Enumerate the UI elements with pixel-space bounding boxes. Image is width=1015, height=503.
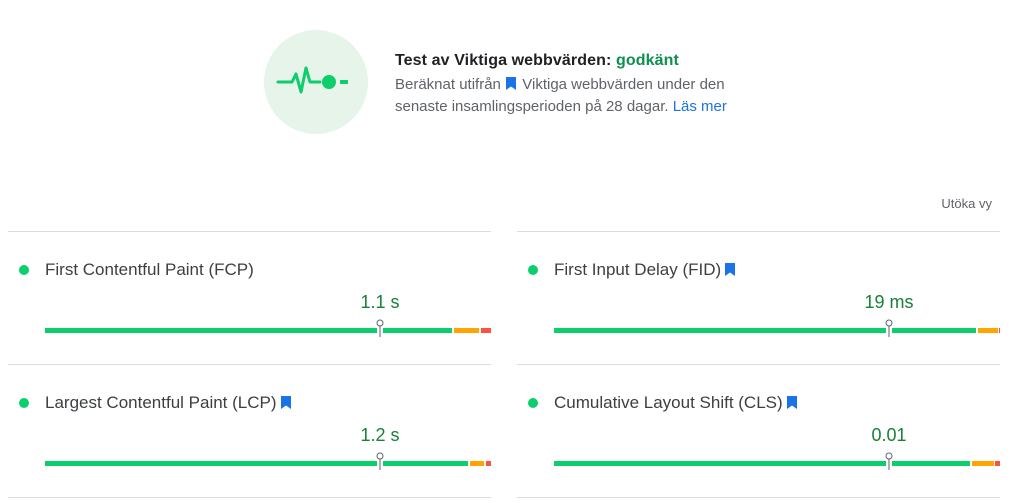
metrics-column-left: First Contentful Paint (FCP) 1.1 s Large…	[8, 0, 491, 503]
distribution-bar	[554, 452, 1000, 470]
needs-improvement-segment	[454, 328, 479, 333]
good-segment	[383, 328, 452, 333]
metric-name-label: Cumulative Layout Shift (CLS)	[554, 393, 783, 412]
metric-value: 1.1 s	[360, 292, 400, 312]
needs-improvement-segment	[978, 328, 998, 333]
poor-segment	[999, 328, 1000, 333]
good-segment	[383, 461, 468, 466]
metric-name: First Contentful Paint (FCP)	[45, 260, 254, 280]
needs-improvement-segment	[470, 461, 484, 466]
status-dot	[528, 265, 538, 275]
good-segment	[554, 328, 886, 333]
status-dot	[19, 265, 29, 275]
bookmark-icon[interactable]	[725, 263, 736, 276]
bookmark-icon[interactable]	[280, 396, 291, 409]
metric-name: Largest Contentful Paint (LCP)	[45, 393, 293, 413]
status-dot	[528, 398, 538, 408]
metric-name-label: Largest Contentful Paint (LCP)	[45, 393, 277, 412]
metric-fid: First Input Delay (FID) 19 ms	[517, 232, 1000, 364]
distribution-bar	[45, 452, 491, 470]
needs-improvement-segment	[972, 461, 994, 466]
percentile-marker-icon	[376, 319, 384, 337]
metric-lcp: Largest Contentful Paint (LCP) 1.2 s	[8, 365, 491, 497]
good-segment	[554, 461, 886, 466]
divider	[517, 497, 1000, 498]
percentile-marker-icon	[376, 452, 384, 470]
metric-name-label: First Input Delay (FID)	[554, 260, 722, 279]
distribution-bar	[554, 319, 1000, 337]
metric-value: 1.2 s	[360, 425, 400, 445]
metric-name: Cumulative Layout Shift (CLS)	[554, 393, 799, 413]
good-segment	[892, 461, 970, 466]
status-dot	[19, 398, 29, 408]
metric-name-label: First Contentful Paint (FCP)	[45, 260, 254, 279]
good-segment	[45, 328, 377, 333]
metric-value: 0.01	[871, 425, 907, 445]
poor-segment	[481, 328, 491, 333]
percentile-marker-icon	[885, 452, 893, 470]
metric-name: First Input Delay (FID)	[554, 260, 737, 280]
metrics-column-right: First Input Delay (FID) 19 ms Cumulative…	[517, 0, 1000, 503]
bookmark-icon	[506, 77, 517, 90]
metric-cls: Cumulative Layout Shift (CLS) 0.01	[517, 365, 1000, 497]
metric-value: 19 ms	[864, 292, 914, 312]
poor-segment	[995, 461, 1000, 466]
metric-fcp: First Contentful Paint (FCP) 1.1 s	[8, 232, 491, 364]
bookmark-icon[interactable]	[786, 396, 797, 409]
good-segment	[45, 461, 377, 466]
good-segment	[892, 328, 976, 333]
divider	[8, 497, 491, 498]
percentile-marker-icon	[885, 319, 893, 337]
distribution-bar	[45, 319, 491, 337]
poor-segment	[486, 461, 491, 466]
